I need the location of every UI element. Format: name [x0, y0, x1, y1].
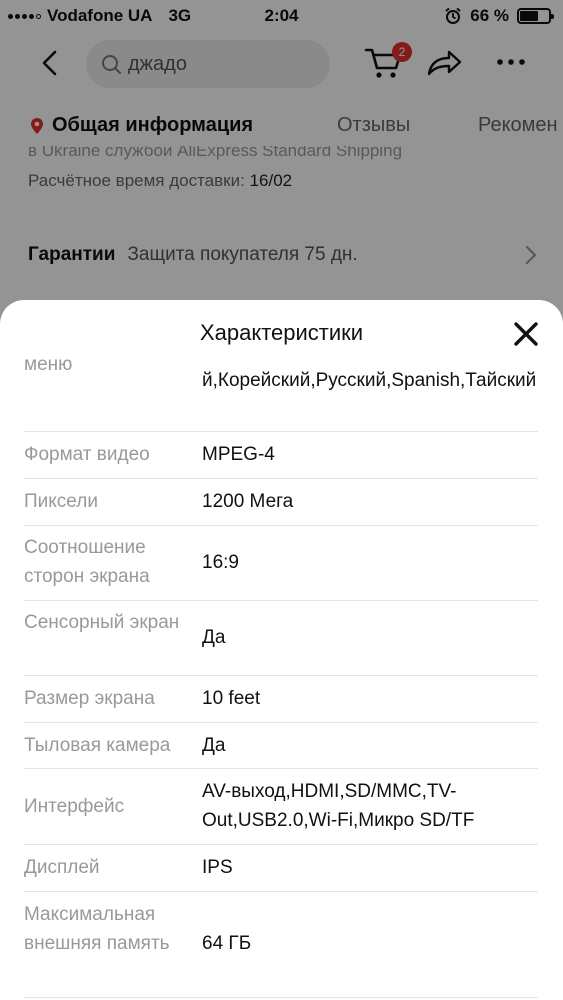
spec-value: Да	[202, 627, 226, 648]
spec-value: AV-выход,HDMI,SD/MMC,TV-Out,USB2.0,Wi-Fi…	[202, 781, 475, 831]
spec-label: меню	[24, 354, 73, 375]
spec-value: 16:9	[202, 552, 239, 573]
spec-value: IPS	[202, 857, 233, 878]
spec-label: Формат видео	[24, 444, 150, 465]
spec-label: Интерфейс	[24, 796, 125, 817]
spec-row: Интерфейс AV-выход,HDMI,SD/MMC,TV-Out,USB…	[24, 769, 538, 845]
sheet-title: Характеристики	[199, 320, 364, 345]
spec-value: MPEG-4	[202, 444, 275, 465]
spec-label: Размер экрана	[24, 688, 155, 709]
spec-label: Соотношение сторон экрана	[24, 537, 150, 587]
spec-label: Пиксели	[24, 491, 98, 512]
spec-row: Размер экрана 10 feet	[24, 676, 538, 723]
spec-row: Соотношение сторон экрана 16:9	[24, 526, 538, 601]
spec-label: Сенсорный экран	[24, 612, 180, 633]
spec-value: 10 feet	[202, 688, 261, 709]
spec-list: меню й,Корейский,Русский,Spanish,Тайский Ф…	[24, 354, 538, 998]
spec-row: Максимальная внешняя память 64 ГБ	[24, 892, 538, 998]
spec-label: Максимальная внешняя память	[24, 904, 170, 954]
spec-value: 64 ГБ	[202, 933, 252, 954]
spec-row: Тыловая камера Да	[24, 723, 538, 769]
spec-label: Тыловая камера	[24, 735, 171, 756]
spec-row: Пиксели 1200 Мега	[24, 479, 538, 526]
spec-row: Сенсорный экран Да	[24, 601, 538, 676]
spec-value: Да	[202, 735, 226, 756]
spec-value: й,Корейский,Русский,Spanish,Тайский	[202, 370, 537, 391]
spec-value: 1200 Мега	[202, 491, 294, 512]
specifications-sheet: меню й,Корейский,Русский,Spanish,Тайский Ф…	[0, 300, 563, 1000]
close-icon[interactable]	[512, 320, 540, 348]
spec-row: меню й,Корейский,Русский,Spanish,Тайский	[24, 354, 538, 432]
spec-label: Дисплей	[24, 857, 100, 878]
spec-row: Дисплей IPS	[24, 845, 538, 892]
spec-row: Формат видео MPEG-4	[24, 432, 538, 479]
